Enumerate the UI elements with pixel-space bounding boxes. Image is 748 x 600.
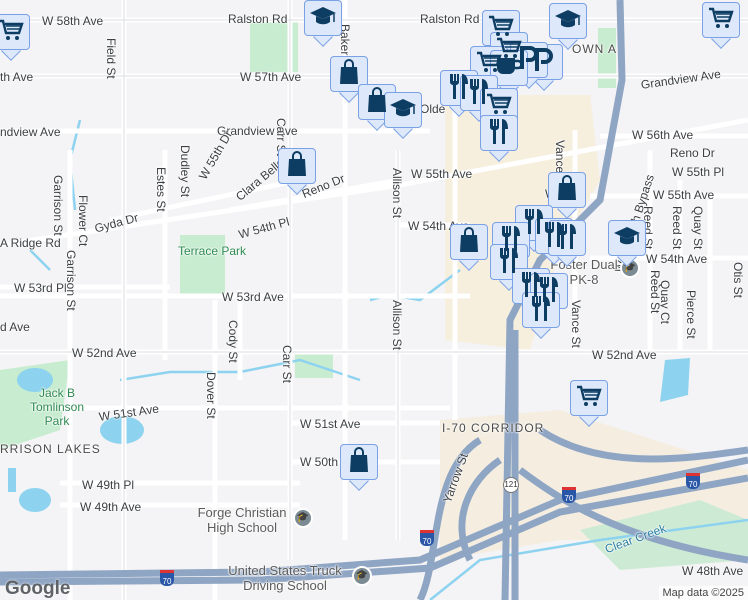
marker-body [384,92,422,128]
street-label: d Ave [0,320,30,334]
google-logo: Google [5,578,71,599]
street-label: Dudley St [178,145,192,198]
marker-body [549,3,587,39]
poi-forge-christian: Forge Christian High School [197,505,287,535]
interstate-shield: 70 [686,473,700,489]
map-marker-shopping-bag[interactable] [450,224,488,271]
state-route-shield: 121 [503,477,519,493]
street-label: W 51st Ave [300,417,361,431]
restaurant-icon [556,222,578,255]
street-label: W 53rd Pl [14,281,67,295]
street-label: Quay St [691,206,705,250]
marker-body [570,380,608,416]
map-marker-restaurant[interactable] [480,115,518,162]
street-label: Field St [104,38,118,79]
street-label: W 52nd Ave [72,346,137,360]
street-label: Ralston Rd [420,12,480,26]
street-label: Estes St [154,167,168,212]
cart-icon [708,6,734,35]
street-label: Reed St [670,206,684,250]
street-label: W 54th Ave [646,252,708,266]
street-label: Reno Dr [670,146,715,160]
street-label: W 56th Ave [632,128,694,142]
map-attribution[interactable]: Map data ©2025 [658,586,748,600]
map-marker-cart[interactable] [570,380,608,427]
shopping-bag-icon [348,446,370,478]
street-label: Dover St [204,372,218,419]
street-label: W 55th Ave [411,167,473,181]
marker-body [0,14,30,50]
marker-body [278,148,316,184]
map-marker-cart[interactable] [702,2,740,49]
street-label: Garrison St [64,250,78,311]
street-label: th Ave [0,70,34,84]
street-label: W 55th Pl [672,165,725,179]
poi-truck-driving-school: United States Truck Driving School [228,563,342,593]
marker-body [450,224,488,260]
street-label: W 53rd Ave [222,290,284,304]
school-pin-icon[interactable]: 🎓 [293,508,313,528]
school-icon [554,8,582,35]
map-marker-school[interactable] [384,92,422,139]
map-marker-shopping-bag[interactable] [340,444,378,491]
school-icon [309,5,337,32]
lake [8,468,16,492]
map-marker-shopping-bag[interactable] [278,148,316,195]
street-label: W 55th Ave [653,188,715,202]
street-label: Garrison St [51,175,65,236]
street-label: Allison St [390,168,404,219]
coffee-icon [495,54,523,83]
school-pin-icon[interactable]: 🎓 [352,566,372,586]
map-marker-school[interactable] [608,220,646,267]
street-label: W 49th Ave [80,500,142,514]
map-marker-school[interactable] [549,3,587,50]
shopping-bag-icon [338,58,360,90]
school-icon [389,97,417,124]
street-label: Reed St [648,270,662,314]
marker-body [304,0,342,36]
map-marker-shopping-bag[interactable] [548,172,586,219]
street-label: Otis St [731,262,745,299]
shopping-bag-icon [286,150,308,182]
street-label: W 57th Ave [240,70,302,84]
lake [660,358,690,402]
marker-body [548,172,586,208]
lake [19,488,51,512]
shopping-bag-icon [556,174,578,206]
area-label: I-70 CORRIDOR [442,421,545,435]
park-label: Terrace Park [178,244,247,258]
street-label: Vance St [569,300,583,348]
street-label: Pierce St [684,290,698,339]
street-label: Flower Ct [76,195,90,247]
street-label: W 58th Ave [42,14,104,28]
park-label: Jack B Tomlinson Park [29,386,85,428]
street-label: Carr St [280,345,294,384]
marker-body [340,444,378,480]
shopping-bag-icon [458,226,480,258]
marker-body [480,115,518,151]
street-label: Ralston Rd [228,12,288,26]
street-label: Allison St [390,300,404,351]
street-label: Cody St [226,320,240,363]
restaurant-icon [530,294,552,327]
cart-icon [0,18,24,47]
restaurant-icon [488,117,510,150]
school-icon [613,225,641,252]
street-label: W 52nd Ave [592,348,657,362]
area-label: RRISON LAKES [0,442,101,456]
interstate-shield: 70 [160,570,174,586]
map-marker-school[interactable] [304,0,342,47]
street-label: ndview Ave [0,125,61,139]
cart-icon [576,384,602,413]
map-marker-cart[interactable] [0,14,30,61]
street-label: A Ridge Rd [0,236,61,250]
street-label: W 48th Ave [682,564,744,578]
park-area [598,28,616,88]
interstate-shield: 70 [562,487,576,503]
marker-body [702,2,740,38]
marker-body [608,220,646,256]
interstate-shield: 70 [420,530,434,546]
street-label: W 49th Pl [82,478,135,492]
